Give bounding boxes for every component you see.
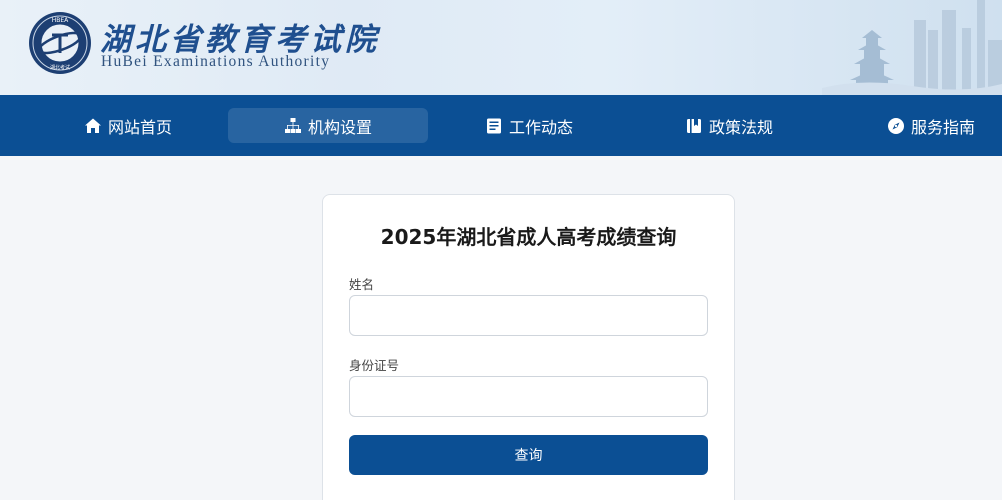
- site-title-en: HuBei Examinations Authority: [101, 53, 331, 70]
- id-number-input[interactable]: [349, 376, 708, 417]
- name-label: 姓名: [349, 277, 375, 292]
- emblem-top-text: HBEA: [52, 17, 69, 24]
- nav-item-policy[interactable]: 政策法规: [664, 108, 794, 143]
- nav-label: 机构设置: [307, 117, 372, 137]
- org-chart-icon: [284, 117, 302, 135]
- nav-item-news[interactable]: 工作动态: [464, 108, 594, 143]
- hbea-emblem-logo[interactable]: HBEA 湖北考试: [28, 11, 92, 75]
- emblem-bottom-text: 湖北考试: [50, 64, 70, 71]
- nav-item-service-guide[interactable]: 服务指南: [866, 108, 996, 143]
- nav-label: 政策法规: [708, 117, 773, 137]
- news-icon: [485, 117, 503, 135]
- name-input[interactable]: [349, 295, 708, 336]
- page-title: 2025年湖北省成人高考成绩查询: [380, 225, 677, 249]
- book-icon: [685, 117, 703, 135]
- main-nav: 网站首页 机构设置 工作动态 政策法规 服务指南: [0, 95, 1002, 156]
- nav-item-home[interactable]: 网站首页: [63, 108, 193, 143]
- score-query-card: 2025年湖北省成人高考成绩查询 姓名 身份证号 查询: [322, 194, 735, 500]
- city-skyline-illustration: [822, 0, 1002, 95]
- compass-icon: [887, 117, 905, 135]
- site-header: HBEA 湖北考试 湖北省教育考试院 HuBei Examinations Au…: [0, 0, 1002, 95]
- nav-item-organization[interactable]: 机构设置: [228, 108, 428, 143]
- query-button[interactable]: 查询: [349, 435, 708, 475]
- nav-label: 网站首页: [107, 117, 172, 137]
- id-number-label: 身份证号: [349, 358, 400, 373]
- nav-label: 工作动态: [508, 117, 573, 137]
- home-icon: [84, 117, 102, 135]
- nav-label: 服务指南: [910, 117, 975, 137]
